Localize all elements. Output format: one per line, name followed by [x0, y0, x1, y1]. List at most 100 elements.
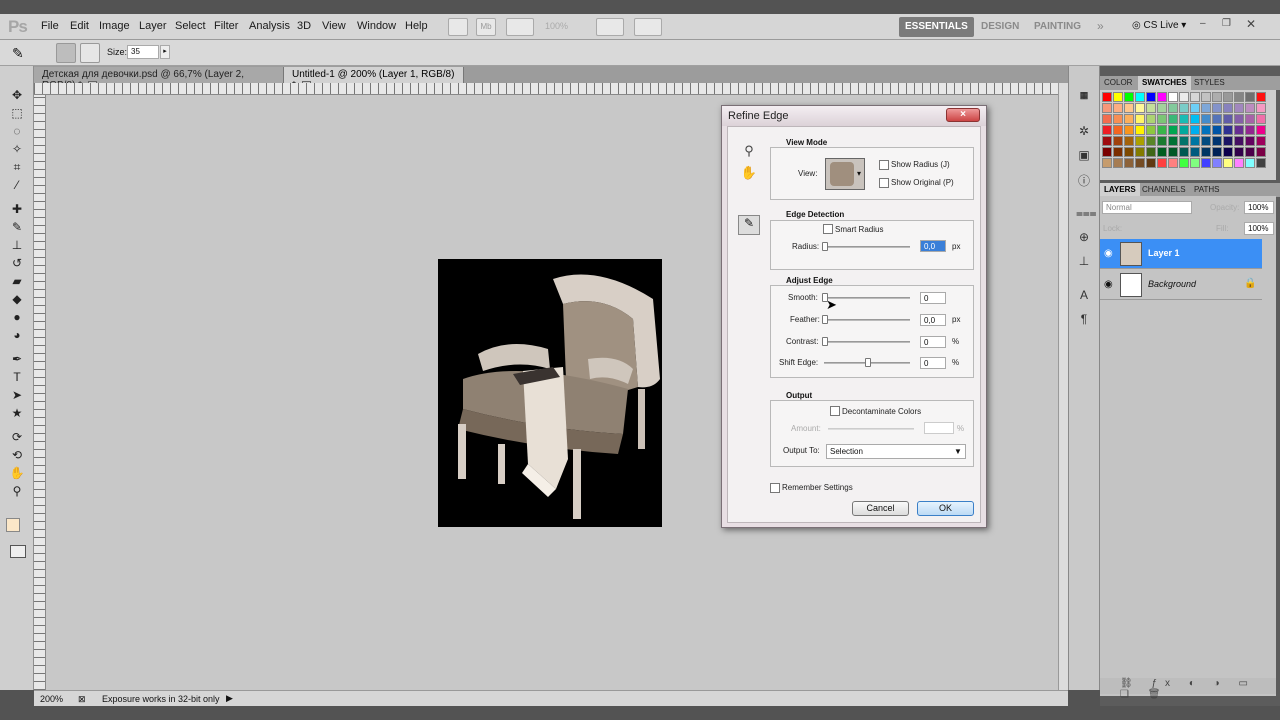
tab-color[interactable]: COLOR [1100, 76, 1136, 90]
zoom-tool-icon[interactable]: ⚲ [9, 484, 25, 498]
swatch[interactable] [1256, 125, 1266, 135]
swatch[interactable] [1223, 114, 1233, 124]
radius-slider-thumb[interactable] [822, 242, 828, 251]
swatch[interactable] [1168, 114, 1178, 124]
swatch[interactable] [1102, 125, 1112, 135]
swatch[interactable] [1135, 114, 1145, 124]
restore-button[interactable]: ❐ [1222, 18, 1231, 29]
swatch[interactable] [1124, 147, 1134, 157]
menu-view[interactable]: View [322, 20, 346, 32]
erase-refinements-tool-icon[interactable] [80, 43, 100, 63]
swatch[interactable] [1212, 147, 1222, 157]
swatch[interactable] [1179, 103, 1189, 113]
swatch[interactable] [1212, 158, 1222, 168]
dialog-close-button[interactable]: × [946, 108, 980, 122]
swatch[interactable] [1179, 158, 1189, 168]
eraser-tool-icon[interactable]: ▰ [9, 274, 25, 288]
layers-footer-icons[interactable]: ⛓ ƒx ◐ ◑ ▭ ❏ 🗑 [1100, 678, 1276, 700]
eye-icon[interactable]: ◉ [1104, 248, 1113, 259]
opacity-input[interactable]: 100% [1244, 201, 1274, 214]
feather-input[interactable]: 0,0 [920, 314, 946, 326]
shift-edge-slider-thumb[interactable] [865, 358, 871, 367]
swatch[interactable] [1113, 125, 1123, 135]
arrange-documents-icon[interactable] [596, 18, 624, 36]
swatch[interactable] [1157, 103, 1167, 113]
layer-row-background[interactable]: ◉ Background 🔒 [1100, 270, 1262, 300]
crop-tool-icon[interactable]: ⌗ [9, 160, 25, 174]
swatch[interactable] [1256, 147, 1266, 157]
swatch[interactable] [1124, 103, 1134, 113]
swatch[interactable] [1146, 103, 1156, 113]
swatch[interactable] [1135, 125, 1145, 135]
swatch[interactable] [1102, 103, 1112, 113]
swatch[interactable] [1113, 103, 1123, 113]
swatch[interactable] [1190, 158, 1200, 168]
menu-window[interactable]: Window [357, 20, 396, 32]
swatch[interactable] [1190, 103, 1200, 113]
contrast-slider[interactable] [824, 341, 910, 343]
character-panel-icon[interactable]: A [1076, 288, 1092, 302]
document-image[interactable] [438, 259, 662, 527]
swatch[interactable] [1168, 103, 1178, 113]
dodge-tool-icon[interactable]: ◕ [9, 328, 25, 342]
swatch[interactable] [1256, 158, 1266, 168]
swatch[interactable] [1245, 114, 1255, 124]
show-original-checkbox[interactable] [879, 178, 889, 188]
swatch[interactable] [1179, 125, 1189, 135]
adjustments-panel-icon[interactable]: ✲ [1076, 124, 1092, 138]
menu-edit[interactable]: Edit [70, 20, 89, 32]
clone-stamp-tool-icon[interactable]: ⊥ [9, 238, 25, 252]
view-mode-thumbnail[interactable]: ▾ [825, 158, 865, 190]
swatch[interactable] [1234, 103, 1244, 113]
swatch[interactable] [1146, 147, 1156, 157]
swatch[interactable] [1157, 92, 1167, 102]
quick-selection-tool-icon[interactable]: ✧ [9, 142, 25, 156]
swatch[interactable] [1223, 92, 1233, 102]
shape-tool-icon[interactable]: ★ [9, 406, 25, 420]
close-app-button[interactable]: ✕ [1246, 17, 1256, 31]
swatch[interactable] [1157, 125, 1167, 135]
fill-input[interactable]: 100% [1244, 222, 1274, 235]
masks-panel-icon[interactable]: ▣ [1076, 148, 1092, 162]
brush-tool-icon[interactable]: ✎ [9, 220, 25, 234]
swatch[interactable] [1124, 158, 1134, 168]
mini-bridge-icon[interactable]: Mb [476, 18, 496, 36]
swatch[interactable] [1113, 92, 1123, 102]
swatch[interactable] [1168, 147, 1178, 157]
swatch[interactable] [1256, 136, 1266, 146]
swatch[interactable] [1124, 136, 1134, 146]
tab-styles[interactable]: STYLES [1190, 76, 1229, 90]
foreground-color-swatch[interactable] [6, 518, 20, 532]
mini-bridge-panel-icon[interactable]: ▦ [1076, 90, 1092, 104]
contrast-slider-thumb[interactable] [822, 337, 828, 346]
swatch[interactable] [1146, 136, 1156, 146]
status-menu-arrow-icon[interactable]: ▶ [226, 693, 233, 704]
swatch[interactable] [1113, 158, 1123, 168]
refine-radius-tool-icon[interactable] [56, 43, 76, 63]
swatch[interactable] [1234, 114, 1244, 124]
swatch[interactable] [1190, 92, 1200, 102]
swatch[interactable] [1245, 158, 1255, 168]
swatch[interactable] [1190, 147, 1200, 157]
eyedropper-tool-icon[interactable]: ⁄ [9, 178, 25, 192]
swatch[interactable] [1256, 103, 1266, 113]
blend-mode-select[interactable]: Normal [1102, 201, 1192, 214]
pen-tool-icon[interactable]: ✒ [9, 352, 25, 366]
menu-layer[interactable]: Layer [139, 20, 167, 32]
swatch[interactable] [1168, 158, 1178, 168]
hand-tool-icon[interactable]: ✋ [739, 165, 759, 185]
menu-image[interactable]: Image [99, 20, 130, 32]
swatch[interactable] [1201, 92, 1211, 102]
hand-tool-icon[interactable]: ✋ [9, 466, 25, 480]
swatch[interactable] [1212, 136, 1222, 146]
quick-mask-icon[interactable] [10, 545, 26, 558]
feather-slider[interactable] [824, 319, 910, 321]
smooth-input[interactable]: 0 [920, 292, 946, 304]
smart-radius-checkbox[interactable] [823, 224, 833, 234]
swatch[interactable] [1157, 136, 1167, 146]
clone-source-panel-icon[interactable]: ⊕ [1076, 230, 1092, 244]
bridge-icon[interactable] [448, 18, 468, 36]
menu-filter[interactable]: Filter [214, 20, 238, 32]
swatch[interactable] [1168, 92, 1178, 102]
tab-document-1[interactable]: Детская для девочки.psd @ 66,7% (Layer 2… [34, 67, 284, 91]
